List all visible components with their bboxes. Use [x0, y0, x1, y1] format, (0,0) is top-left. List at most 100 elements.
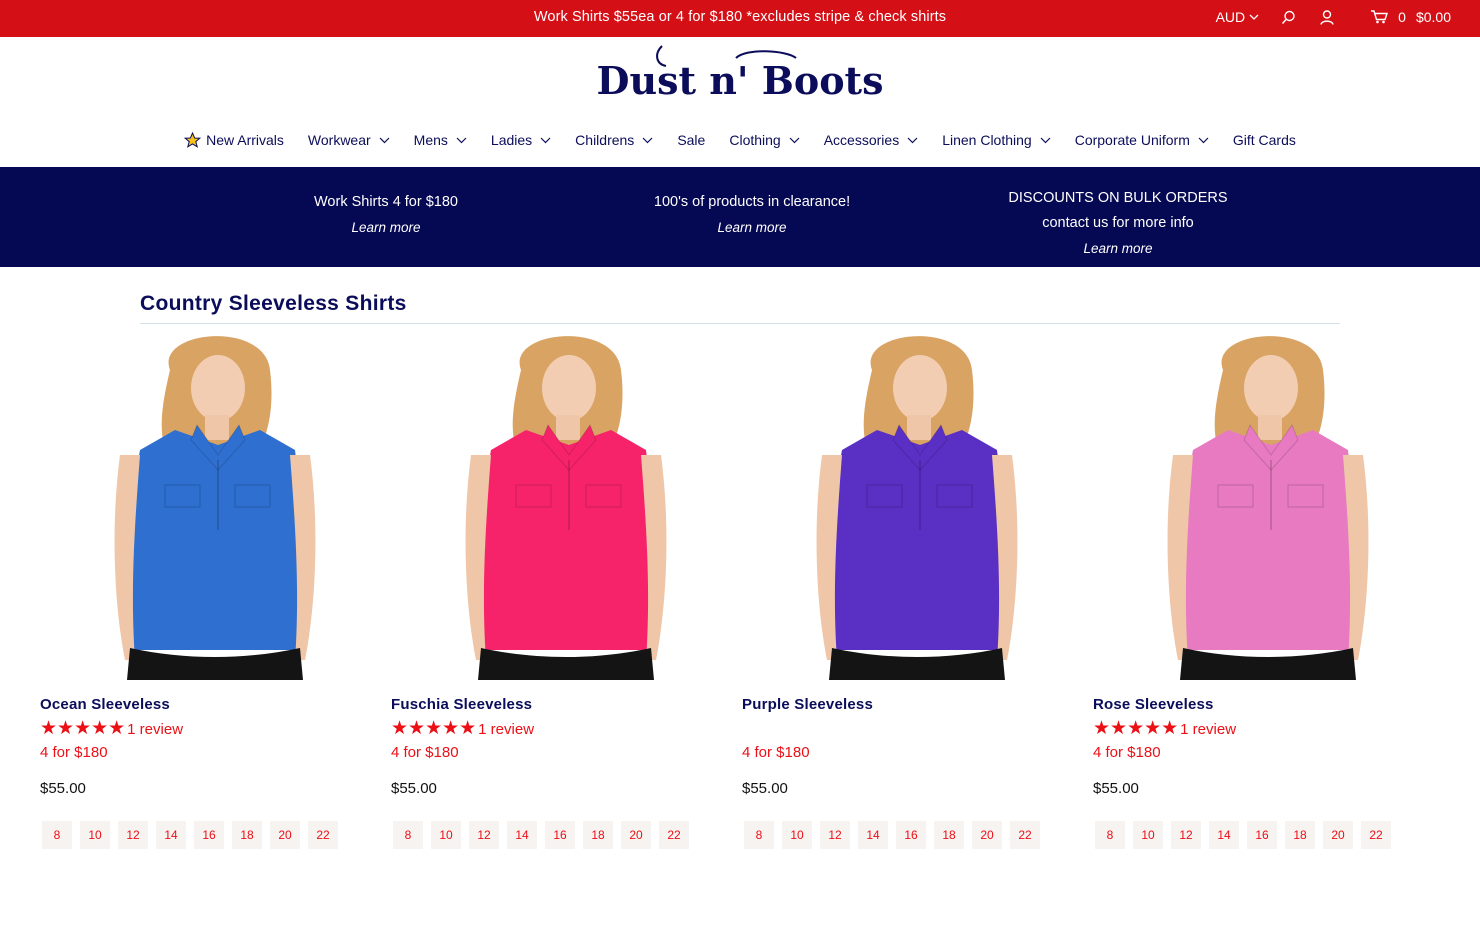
learn-more-link[interactable]: Learn more — [206, 215, 566, 240]
review-count[interactable]: 1 review — [1180, 721, 1236, 738]
nav-item-childrens[interactable]: Childrens — [575, 132, 653, 148]
size-option[interactable]: 20 — [621, 821, 651, 849]
product-price: $55.00 — [391, 780, 437, 797]
chevron-down-icon — [456, 137, 467, 143]
size-option[interactable]: 20 — [1323, 821, 1353, 849]
size-option[interactable]: 18 — [232, 821, 262, 849]
size-option[interactable]: 18 — [934, 821, 964, 849]
size-option[interactable]: 16 — [545, 821, 575, 849]
chevron-down-icon — [379, 137, 390, 143]
nav-item-new-arrivals[interactable]: New Arrivals — [184, 132, 284, 148]
product-photo — [816, 336, 1018, 680]
currency-selector[interactable]: AUD — [1216, 9, 1260, 25]
nav-item-accessories[interactable]: Accessories — [824, 132, 918, 148]
size-option[interactable]: 10 — [782, 821, 812, 849]
nav-label: Corporate Uniform — [1074, 132, 1190, 148]
cart-button[interactable]: 0 $0.00 — [1370, 9, 1451, 25]
product-card[interactable]: Ocean Sleeveless ★★★★★ 1 review 4 for $1… — [40, 330, 391, 849]
product-rating: ★★★★★ 1 review — [391, 719, 534, 738]
star-rating-icons: ★★★★★ — [1093, 718, 1179, 739]
nav-label: Accessories — [823, 132, 900, 148]
product-card[interactable]: Purple Sleeveless 4 for $180 $55.00 8 10 1… — [742, 330, 1093, 849]
size-option[interactable]: 12 — [820, 821, 850, 849]
product-name[interactable]: Purple Sleeveless — [742, 696, 873, 713]
review-count[interactable]: 1 review — [127, 721, 183, 738]
product-card[interactable]: Rose Sleeveless ★★★★★ 1 review 4 for $18… — [1093, 330, 1444, 849]
size-option[interactable]: 20 — [270, 821, 300, 849]
product-rating: ★★★★★ 1 review — [40, 718, 183, 739]
nav-label: Linen Clothing — [942, 132, 1032, 148]
search-icon[interactable] — [1281, 10, 1296, 25]
size-option[interactable]: 8 — [393, 821, 423, 849]
product-name[interactable]: Rose Sleeveless — [1093, 696, 1214, 713]
nav-label: Sale — [677, 132, 706, 148]
nav-item-clothing[interactable]: Clothing — [729, 132, 800, 148]
size-option[interactable]: 8 — [42, 821, 72, 849]
promo-item-work-shirts: Work Shirts 4 for $180 Learn more — [206, 190, 566, 240]
account-icon[interactable] — [1320, 9, 1334, 25]
learn-more-link[interactable]: Learn more — [938, 236, 1298, 261]
nav-item-gift-cards[interactable]: Gift Cards — [1233, 132, 1296, 148]
size-option[interactable]: 10 — [80, 821, 110, 849]
product-card[interactable]: Fuschia Sleeveless ★★★★★ 1 review 4 for … — [391, 330, 742, 849]
size-option[interactable]: 12 — [118, 821, 148, 849]
product-image[interactable] — [391, 330, 742, 680]
review-count[interactable]: 1 review — [478, 721, 534, 738]
size-option[interactable]: 22 — [1361, 821, 1391, 849]
collection-title: Country Sleeveless Shirts — [140, 292, 407, 315]
product-price: $55.00 — [1093, 780, 1139, 797]
size-option[interactable]: 14 — [507, 821, 537, 849]
size-option[interactable]: 10 — [431, 821, 461, 849]
size-option[interactable]: 14 — [1209, 821, 1239, 849]
product-deal: 4 for $180 — [391, 744, 459, 761]
size-option[interactable]: 8 — [1095, 821, 1125, 849]
size-option[interactable]: 16 — [896, 821, 926, 849]
product-image[interactable] — [742, 330, 1093, 680]
product-price: $55.00 — [40, 780, 86, 797]
size-option[interactable]: 14 — [858, 821, 888, 849]
logo-text: Dust n' Boots — [596, 58, 884, 103]
nav-item-workwear[interactable]: Workwear — [308, 132, 390, 148]
product-deal: 4 for $180 — [40, 744, 108, 761]
product-rating: ★★★★★ 1 review — [1093, 718, 1236, 739]
cart-icon — [1371, 10, 1389, 24]
nav-item-ladies[interactable]: Ladies — [491, 132, 551, 148]
size-option[interactable]: 8 — [744, 821, 774, 849]
currency-label: AUD — [1215, 9, 1246, 25]
nav-item-sale[interactable]: Sale — [677, 132, 705, 148]
product-name[interactable]: Ocean Sleeveless — [40, 696, 170, 713]
site-logo[interactable]: Dust n' Boots — [0, 44, 1480, 108]
product-deal: 4 for $180 — [1093, 744, 1161, 761]
size-options: 8 10 12 14 16 18 20 22 — [393, 821, 697, 849]
product-image[interactable] — [40, 330, 391, 680]
nav-label: Mens — [413, 132, 448, 148]
product-image[interactable] — [1093, 330, 1444, 680]
nav-label: Gift Cards — [1232, 132, 1296, 148]
size-options: 8 10 12 14 16 18 20 22 — [1095, 821, 1399, 849]
size-option[interactable]: 16 — [1247, 821, 1277, 849]
size-option[interactable]: 22 — [659, 821, 689, 849]
size-option[interactable]: 12 — [1171, 821, 1201, 849]
nav-item-mens[interactable]: Mens — [414, 132, 467, 148]
size-option[interactable]: 16 — [194, 821, 224, 849]
star-icon — [184, 132, 202, 148]
size-option[interactable]: 22 — [308, 821, 338, 849]
chevron-down-icon — [540, 137, 551, 143]
size-option[interactable]: 18 — [1285, 821, 1315, 849]
promo-text: Work Shirts 4 for $180 — [314, 194, 458, 210]
promo-band: Work Shirts 4 for $180 Learn more 100's … — [0, 167, 1480, 267]
size-option[interactable]: 22 — [1010, 821, 1040, 849]
nav-item-corporate-uniform[interactable]: Corporate Uniform — [1075, 132, 1209, 148]
nav-item-linen-clothing[interactable]: Linen Clothing — [942, 132, 1051, 148]
size-option[interactable]: 10 — [1133, 821, 1163, 849]
star-rating-icons: ★★★★★ — [40, 718, 126, 739]
size-option[interactable]: 18 — [583, 821, 613, 849]
product-name[interactable]: Fuschia Sleeveless — [391, 696, 532, 713]
size-option[interactable]: 20 — [972, 821, 1002, 849]
product-deal: 4 for $180 — [742, 744, 810, 761]
size-option[interactable]: 12 — [469, 821, 499, 849]
size-option[interactable]: 14 — [156, 821, 186, 849]
chevron-down-icon — [907, 137, 918, 143]
learn-more-link[interactable]: Learn more — [572, 215, 932, 240]
product-photo — [114, 336, 316, 680]
